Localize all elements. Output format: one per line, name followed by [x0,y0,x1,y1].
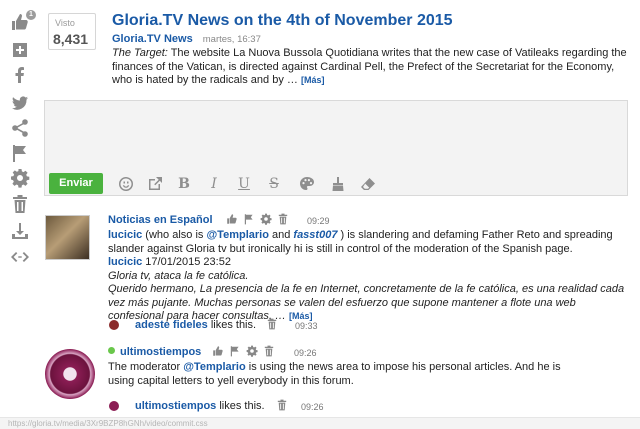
view-count: 8,431 [53,31,89,47]
add-icon[interactable] [10,40,30,60]
send-button[interactable]: Enviar [49,173,103,194]
comment-body: The moderator @Templario is using the ne… [108,361,578,388]
comment-text: and [268,229,294,241]
view-counter: Visto 8,431 [48,13,96,50]
trash-icon[interactable] [277,213,289,225]
strikethrough-icon[interactable]: S [265,175,283,193]
action-rail: 1 [0,0,40,429]
like-actions [266,318,283,332]
post-source-link[interactable]: Gloria.TV News [112,33,193,45]
comment-editor: Enviar B I U S [44,100,628,196]
comment-text: The moderator [108,361,184,373]
trash-icon[interactable] [263,345,275,357]
trash-icon[interactable] [276,399,288,411]
gear-icon[interactable] [10,168,30,188]
like-count-badge: 1 [26,10,36,20]
download-icon[interactable] [10,221,30,241]
mention-link[interactable]: @Templario [183,361,245,373]
bold-icon[interactable]: B [175,175,193,193]
facebook-icon[interactable] [10,65,30,85]
trash-icon[interactable] [266,318,278,330]
twitter-icon[interactable] [10,93,30,113]
flag-icon[interactable] [243,213,255,225]
mention-link[interactable]: fasst007 [293,229,337,241]
quote-user-link[interactable]: lucicic [108,256,142,268]
post-meta: Gloria.TV News martes, 16:37 [112,33,261,45]
comment-more-link[interactable]: [Más] [289,311,313,321]
comment-time: 09:29 [307,216,330,226]
smiley-icon[interactable] [117,175,135,193]
like-row: adeste fideles likes this. [135,319,256,331]
comment-time: 09:26 [294,348,317,358]
palette-icon[interactable] [298,175,316,193]
post-description-body: The website La Nuova Bussola Quotidiana … [112,47,627,87]
eraser-icon[interactable] [359,175,377,193]
avatar-ultimostiempos[interactable] [45,349,95,399]
like-user-link[interactable]: ultimostiempos [135,400,216,412]
flag-icon[interactable] [10,143,30,163]
share-icon[interactable] [10,118,30,138]
trash-icon[interactable] [10,194,30,214]
comment-author[interactable]: Noticias en Español [108,214,213,226]
gear-icon[interactable] [246,345,258,357]
comment-actions [226,213,294,227]
quote-title: Gloria tv, ataca la fe católica. [108,269,249,282]
italic-icon[interactable]: I [205,175,223,193]
embed-icon[interactable] [10,247,30,267]
like-text: likes this. [216,400,265,412]
underline-icon[interactable]: U [235,175,253,193]
like-user-link[interactable]: adeste fideles [135,319,208,331]
like-time: 09:33 [295,321,318,331]
like-actions [276,399,293,413]
external-link-icon[interactable] [146,175,164,193]
like-row: ultimostiempos likes this. [135,400,265,412]
comment-textarea[interactable] [45,101,627,167]
brush-icon[interactable] [329,175,347,193]
like-time: 09:26 [301,402,324,412]
post-description: The Target: The website La Nuova Bussola… [112,47,632,88]
comment-actions [212,345,280,359]
avatar-noticias-en-espanol[interactable] [45,215,90,260]
comment-text: (who also is [142,229,207,241]
post-description-lead: The Target: [112,47,168,59]
thumbs-up-icon[interactable] [226,213,238,225]
online-status-dot [108,347,115,354]
comment-author-row: ultimostiempos [108,346,201,358]
gear-icon[interactable] [260,213,272,225]
browser-status-bar: https://gloria.tv/media/3Xr9BZP8hGNh/vid… [0,417,640,429]
avatar-adeste-fideles[interactable] [109,320,119,330]
quote-body: Querido hermano, La presencia de la fe e… [108,283,625,322]
avatar-ultimostiempos-small[interactable] [109,401,119,411]
comment-author[interactable]: ultimostiempos [120,346,201,358]
view-counter-label: Visto [55,18,75,28]
post-date: martes, 16:37 [202,34,261,45]
flag-icon[interactable] [229,345,241,357]
thumbs-up-icon[interactable] [212,345,224,357]
user-link[interactable]: lucicic [108,229,142,241]
post-more-link[interactable]: [Más] [301,75,325,85]
mention-link[interactable]: @Templario [206,229,268,241]
comment-body: lucicic (who also is @Templario and fass… [108,229,628,324]
post-title[interactable]: Gloria.TV News on the 4th of November 20… [112,12,453,30]
like-text: likes this. [207,319,257,331]
quote-date: 17/01/2015 23:52 [142,256,231,268]
